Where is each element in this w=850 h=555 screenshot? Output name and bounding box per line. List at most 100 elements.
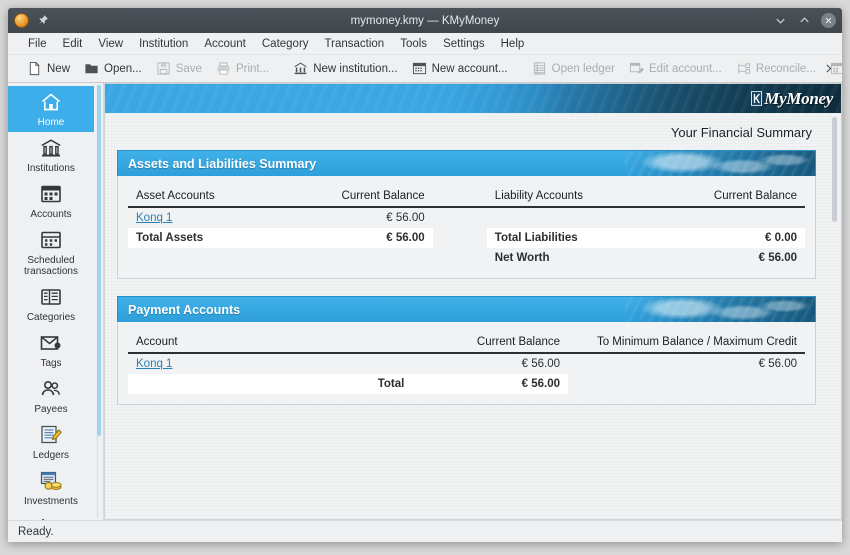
- toolbar-new-label: New: [47, 62, 71, 75]
- edit-account-icon: [629, 62, 644, 74]
- col-spacer: [432, 190, 487, 208]
- col-asset-accounts: Asset Accounts: [128, 190, 305, 208]
- sidebar-label-home: Home: [37, 117, 65, 128]
- sidebar-item-investments[interactable]: Investments: [8, 465, 94, 511]
- table-row-networth: Net Worth € 56.00: [128, 248, 805, 268]
- save-floppy-icon: [157, 62, 170, 75]
- calendar-icon: [41, 231, 61, 249]
- kmymoney-banner: MyMoney: [104, 83, 842, 113]
- ledgers-icon: [41, 425, 62, 444]
- menu-institution[interactable]: Institution: [131, 36, 196, 52]
- sidebar: Home Institutions Accounts Scheduled tra…: [8, 83, 94, 520]
- toolbar-print-button: Print...: [209, 59, 276, 78]
- sidebar-label-payees: Payees: [34, 404, 68, 415]
- financial-summary-page: Your Financial Summary Assets and Liabil…: [105, 113, 828, 519]
- table-body: Konq 1 € 56.00 € 56.00 Total € 56.00: [128, 353, 805, 394]
- toolbar-new-institution-label: New institution...: [313, 62, 398, 75]
- institution-icon: [294, 62, 307, 75]
- report-header-flourish: [625, 151, 815, 176]
- report-header: Payment Accounts: [117, 296, 816, 322]
- home-icon: [41, 93, 61, 111]
- cell-spacer: [433, 207, 487, 228]
- cell-asset-balance: € 56.00: [386, 212, 425, 224]
- col-liability-current-balance: Current Balance: [662, 190, 805, 208]
- menu-category[interactable]: Category: [254, 36, 317, 52]
- window-controls: [773, 13, 836, 28]
- content-scrollbar[interactable]: [828, 113, 841, 519]
- sidebar-item-home[interactable]: Home: [8, 86, 94, 132]
- menu-edit[interactable]: Edit: [55, 36, 91, 52]
- toolbar-save-label: Save: [175, 62, 202, 75]
- cell-empty-left-value: [304, 248, 433, 268]
- sidebar-label-scheduled-transactions: Scheduled transactions: [24, 255, 78, 277]
- sidebar-item-tags[interactable]: Tags: [8, 327, 94, 373]
- cell-spacer: [433, 228, 487, 248]
- payees-people-icon: [41, 381, 60, 396]
- toolbar-open-button[interactable]: Open...: [77, 59, 149, 78]
- titlebar-left-icons: [14, 13, 49, 28]
- toolbar-overflow-button[interactable]: [818, 55, 838, 82]
- content-scrollbar-track[interactable]: [832, 117, 837, 519]
- menu-account[interactable]: Account: [196, 36, 254, 52]
- payment-accounts-table: Account Current Balance To Minimum Balan…: [128, 336, 805, 394]
- content-scrollbar-thumb[interactable]: [832, 117, 837, 222]
- sidebar-label-institutions: Institutions: [27, 163, 75, 174]
- sidebar-item-accounts[interactable]: Accounts: [8, 178, 94, 224]
- cell-empty-left: [128, 248, 304, 268]
- content-area: MyMoney Your Financial Summary Assets an…: [103, 83, 842, 520]
- chevron-right-icon: [825, 64, 831, 73]
- minimize-button[interactable]: [773, 13, 788, 28]
- sidebar-scrollbar[interactable]: [94, 83, 103, 520]
- cell-total-to-minimum: [568, 374, 805, 394]
- col-asset-current-balance: Current Balance: [304, 190, 433, 208]
- report-title-payment-accounts: Payment Accounts: [128, 302, 241, 317]
- sidebar-scrollbar-thumb[interactable]: [96, 85, 101, 436]
- banner-streaks: [105, 84, 841, 113]
- report-header: Assets and Liabilities Summary: [117, 150, 816, 176]
- accounts-icon: [41, 185, 61, 203]
- toolbar-new-institution-button[interactable]: New institution...: [286, 59, 404, 78]
- sidebar-label-tags: Tags: [40, 358, 62, 369]
- cell-total-liabilities-label: Total Liabilities: [486, 228, 663, 248]
- kmymoney-logo-text: MyMoney: [764, 88, 833, 108]
- titlebar: mymoney.kmy — KMyMoney: [8, 8, 842, 33]
- toolbar-open-ledger-label: Open ledger: [551, 62, 615, 75]
- sidebar-item-scheduled-transactions[interactable]: Scheduled transactions: [8, 224, 94, 281]
- sidebar-scrollbar-track[interactable]: [96, 85, 101, 518]
- sidebar-item-categories[interactable]: Categories: [8, 281, 94, 327]
- account-link-konq1[interactable]: Konq 1: [136, 358, 172, 370]
- menu-tools[interactable]: Tools: [392, 36, 435, 52]
- close-button[interactable]: [821, 13, 836, 28]
- menu-file[interactable]: File: [20, 36, 55, 52]
- sidebar-item-reports[interactable]: Reports: [8, 511, 94, 520]
- toolbar-new-button[interactable]: New: [20, 59, 77, 78]
- cell-networth-value: € 56.00: [758, 252, 797, 264]
- toolbar-print-label: Print...: [235, 62, 270, 75]
- sidebar-item-institutions[interactable]: Institutions: [8, 132, 94, 178]
- menu-help[interactable]: Help: [493, 36, 533, 52]
- menubar: File Edit View Institution Account Categ…: [8, 33, 842, 55]
- report-body: Account Current Balance To Minimum Balan…: [117, 322, 816, 405]
- kmymoney-window: mymoney.kmy — KMyMoney File Edit View In…: [8, 8, 842, 542]
- cell-total-value: € 56.00: [412, 374, 569, 394]
- account-link-konq1[interactable]: Konq 1: [136, 212, 172, 224]
- sidebar-item-payees[interactable]: Payees: [8, 373, 94, 419]
- table-header-row: Asset Accounts Current Balance Liability…: [128, 190, 805, 208]
- statusbar: Ready.: [8, 520, 842, 542]
- maximize-button[interactable]: [797, 13, 812, 28]
- cell-to-minimum: € 56.00: [758, 358, 797, 370]
- pin-icon[interactable]: [36, 14, 49, 27]
- content-scroller: Your Financial Summary Assets and Liabil…: [104, 113, 842, 520]
- sidebar-label-accounts: Accounts: [30, 209, 72, 220]
- menu-transaction[interactable]: Transaction: [317, 36, 393, 52]
- menu-view[interactable]: View: [90, 36, 131, 52]
- toolbar-new-account-button[interactable]: New account...: [405, 59, 515, 78]
- menu-settings[interactable]: Settings: [435, 36, 493, 52]
- report-body: Asset Accounts Current Balance Liability…: [117, 176, 816, 279]
- close-icon: [825, 17, 832, 24]
- sidebar-item-ledgers[interactable]: Ledgers: [8, 419, 94, 465]
- page-title: Your Financial Summary: [670, 125, 812, 140]
- toolbar-open-label: Open...: [104, 62, 142, 75]
- cell-account: Konq 1: [128, 353, 412, 374]
- tag-envelope-icon: [40, 336, 61, 350]
